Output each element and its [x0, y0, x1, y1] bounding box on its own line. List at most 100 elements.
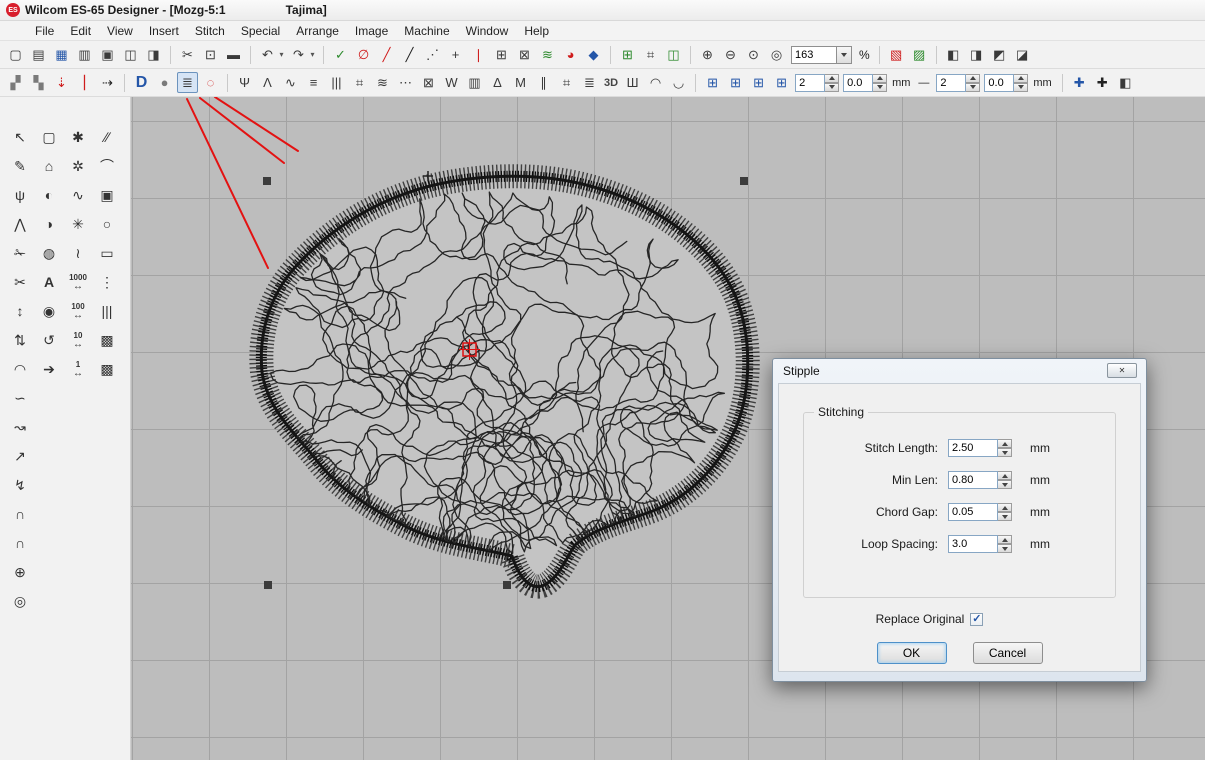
menu-file[interactable]: File	[28, 23, 61, 39]
cancel-button[interactable]: Cancel	[973, 642, 1043, 664]
e-stitch-icon[interactable]: Λ	[257, 72, 278, 93]
hide-stitches-icon[interactable]: ∅	[353, 44, 374, 65]
target-tool[interactable]: ⊕	[8, 560, 32, 584]
spin-down-icon[interactable]	[966, 83, 980, 92]
field-input[interactable]	[948, 535, 998, 553]
table-x-icon[interactable]: ⊠	[514, 44, 535, 65]
open-icon[interactable]: ▤	[28, 44, 49, 65]
grid-toggle-icon[interactable]: ⊞	[617, 44, 638, 65]
insert-point-icon[interactable]: +	[445, 44, 466, 65]
fan-tool[interactable]: ◠	[8, 357, 32, 381]
dot-select-icon[interactable]: ⋰	[422, 44, 443, 65]
tatami-stitch-icon[interactable]: ≡	[303, 72, 324, 93]
menu-stitch[interactable]: Stitch	[188, 23, 232, 39]
layout-grid-4-icon[interactable]: ⊞	[771, 72, 792, 93]
sphere-b-tool[interactable]: ◑	[37, 212, 61, 236]
arc-down-icon[interactable]: ◡	[668, 72, 689, 93]
zoom-out-icon[interactable]: ⊖	[720, 44, 741, 65]
overview-window-icon[interactable]: ◩	[989, 44, 1010, 65]
field-input[interactable]	[948, 471, 998, 489]
cut-icon[interactable]: ✂	[177, 44, 198, 65]
needle-down-icon[interactable]: ⇣	[51, 72, 72, 93]
redo-icon[interactable]: ↷	[288, 44, 309, 65]
needle-point-icon[interactable]: ❘	[468, 44, 489, 65]
stitch-line-icon[interactable]: ╱	[376, 44, 397, 65]
menu-machine[interactable]: Machine	[397, 23, 456, 39]
cascade-windows-icon[interactable]: ◧	[943, 44, 964, 65]
hatch-fill-tool[interactable]: ∕∕	[95, 125, 119, 149]
pin-tool-icon[interactable]: ⎮	[74, 72, 95, 93]
measure-tool[interactable]: ⇅	[8, 328, 32, 352]
separator[interactable]	[695, 74, 696, 92]
preset-1[interactable]: 1 ↔	[66, 357, 90, 381]
separator[interactable]	[879, 46, 880, 64]
gray-dot-icon[interactable]: ●	[154, 72, 175, 93]
team-tool[interactable]: ◉	[37, 299, 61, 323]
undo-icon[interactable]: ↶	[257, 44, 278, 65]
satin-stitch-icon[interactable]: Ψ	[234, 72, 255, 93]
separator[interactable]	[170, 46, 171, 64]
separator[interactable]	[227, 74, 228, 92]
cross-stitch-icon[interactable]: ⊠	[418, 72, 439, 93]
flower-outline-tool[interactable]: ✲	[66, 154, 90, 178]
overlap-window-icon[interactable]: ◫	[663, 44, 684, 65]
spin-up-icon[interactable]	[998, 439, 1012, 448]
spin-down-icon[interactable]	[998, 544, 1012, 553]
orb-tool[interactable]: ◍	[37, 241, 61, 265]
w-stitch-icon[interactable]: W	[441, 72, 462, 93]
color-wheel-icon[interactable]: ◕	[560, 44, 581, 65]
wave-edit-icon[interactable]: ≋	[537, 44, 558, 65]
spin-up-icon[interactable]	[966, 74, 980, 83]
rotate-tool[interactable]: ↺	[37, 328, 61, 352]
separator[interactable]	[323, 46, 324, 64]
run-stitch-tool[interactable]: ≀	[66, 241, 90, 265]
spin-down-icon[interactable]	[873, 83, 887, 92]
move-horizontal-icon[interactable]: ✚	[1069, 72, 1090, 93]
separator[interactable]	[124, 74, 125, 92]
zigzag-stitch-tool[interactable]: ∿	[66, 183, 90, 207]
columns-tool[interactable]: |||	[95, 299, 119, 323]
menu-help[interactable]: Help	[517, 23, 556, 39]
digitize-block-tool[interactable]: ▣	[95, 183, 119, 207]
updown-tool[interactable]: ↕	[8, 299, 32, 323]
color-film-icon[interactable]: ◪	[1012, 44, 1033, 65]
flower-fill-tool[interactable]: ✱	[66, 125, 90, 149]
shapes-tool[interactable]: ⌂	[37, 154, 61, 178]
ridge-b-icon[interactable]: ▚	[28, 72, 49, 93]
bar-fill-icon[interactable]: ∥	[533, 72, 554, 93]
rectangle-tool[interactable]: ▭	[95, 241, 119, 265]
zoom-dropdown-icon[interactable]	[837, 46, 852, 64]
lettering-tool[interactable]: A	[37, 270, 61, 294]
separator[interactable]	[690, 46, 691, 64]
spin-down-icon[interactable]	[998, 448, 1012, 457]
motif-fill-icon[interactable]: ⌗	[349, 72, 370, 93]
replace-original-checkbox[interactable]	[970, 613, 983, 626]
wave-fill-icon[interactable]: ≋	[372, 72, 393, 93]
close-icon[interactable]	[1107, 363, 1137, 378]
preset-100[interactable]: 100 ↔	[66, 299, 90, 323]
design-properties-icon[interactable]: ▥	[74, 44, 95, 65]
arc-up-icon[interactable]: ◠	[645, 72, 666, 93]
spin-up-icon[interactable]	[998, 535, 1012, 544]
scissors-tool[interactable]: ✂	[8, 270, 32, 294]
stipple-outline-icon[interactable]: ◌	[200, 72, 221, 93]
grid-count-input[interactable]	[795, 74, 825, 92]
lasso-tool[interactable]: ∽	[8, 386, 32, 410]
selection-handle[interactable]	[264, 581, 272, 589]
spin-down-icon[interactable]	[998, 480, 1012, 489]
design-view-icon[interactable]: ▧	[886, 44, 907, 65]
list2-icon[interactable]: ≣	[579, 72, 600, 93]
export-icon[interactable]: ◨	[143, 44, 164, 65]
field-input[interactable]	[948, 439, 998, 457]
separator[interactable]	[610, 46, 611, 64]
triangle-fill-icon[interactable]: Δ	[487, 72, 508, 93]
menu-special[interactable]: Special	[234, 23, 287, 39]
select-tool[interactable]: ↖	[8, 125, 32, 149]
layout-grid-3-icon[interactable]: ⊞	[748, 72, 769, 93]
hash-grid-icon[interactable]: ⌗	[640, 44, 661, 65]
jump-stitch-icon[interactable]: ⇢	[97, 72, 118, 93]
undo-dropdown-icon[interactable]: ▾	[277, 44, 286, 65]
arc-tool[interactable]: ⌒	[95, 154, 119, 178]
block-a-tool[interactable]: ▩	[95, 328, 119, 352]
zigzag-arrow-tool[interactable]: ↯	[8, 473, 32, 497]
